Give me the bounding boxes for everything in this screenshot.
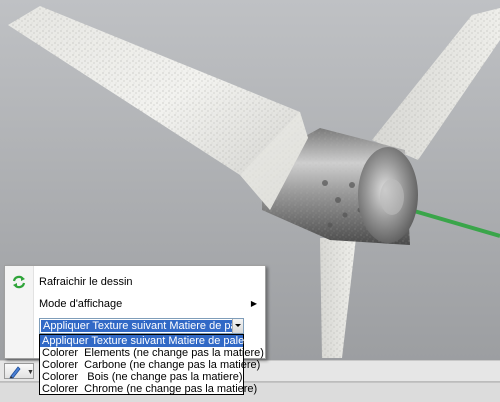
select-dropdown-button[interactable] — [232, 319, 243, 333]
option-color-carbon[interactable]: Colorer Carbone (ne change pas la matier… — [40, 359, 260, 371]
draw-tool-button[interactable]: ▼ — [4, 363, 34, 379]
refresh-drawing-menu-item[interactable]: Rafraichir le dessin — [5, 272, 265, 292]
texture-options-list: Appliquer Texture suivant Matiere de pal… — [39, 334, 264, 395]
texture-mode-select[interactable]: Appliquer Texture suivant Matiere de pal… — [39, 318, 244, 334]
option-color-wood[interactable]: Colorer Bois (ne change pas la matiere) — [40, 371, 243, 383]
chevron-down-icon — [235, 324, 241, 327]
refresh-drawing-label: Rafraichir le dessin — [39, 276, 133, 288]
option-color-elements[interactable]: Colorer Elements (ne change pas la matie… — [40, 347, 264, 359]
option-color-chrome[interactable]: Colorer Chrome (ne change pas la matiere… — [40, 383, 257, 395]
display-mode-menu-item[interactable]: Mode d'affichage ▶ — [5, 294, 265, 314]
pencil-icon — [8, 365, 22, 382]
submenu-arrow-icon: ▶ — [250, 299, 257, 308]
refresh-arrows-icon — [12, 275, 26, 292]
display-mode-label: Mode d'affichage — [39, 298, 123, 310]
chevron-down-icon: ▼ — [27, 369, 34, 376]
select-selected-value: Appliquer Texture suivant Matiere de pal… — [41, 320, 233, 332]
option-apply-texture[interactable]: Appliquer Texture suivant Matiere de pal… — [40, 335, 244, 347]
